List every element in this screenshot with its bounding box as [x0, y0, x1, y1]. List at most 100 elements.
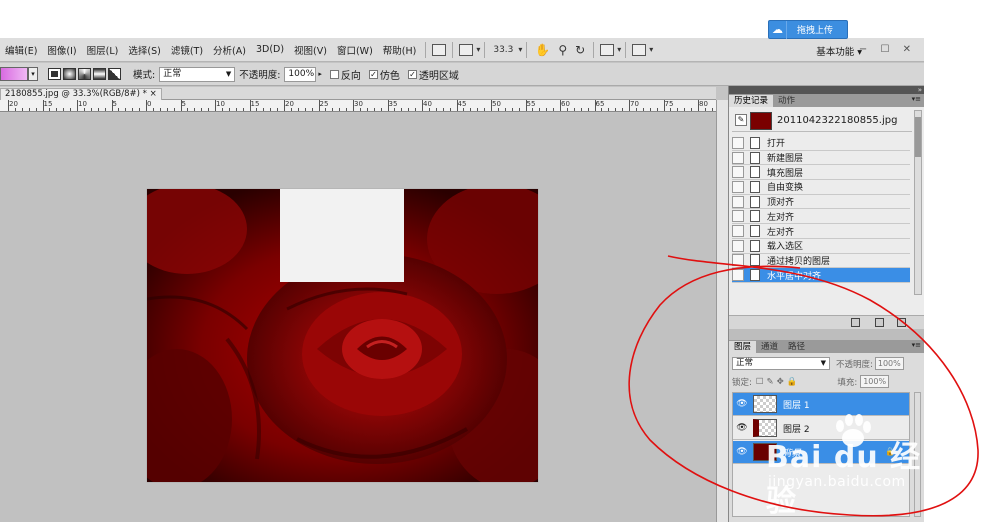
- angle-gradient-icon[interactable]: [78, 68, 91, 80]
- ruler-tick: [394, 108, 396, 111]
- menu-view[interactable]: 视图(V): [289, 43, 332, 57]
- hand-tool-icon[interactable]: ✋: [535, 43, 550, 57]
- extras-icon[interactable]: [632, 43, 647, 56]
- history-brush-checkbox[interactable]: [732, 180, 744, 193]
- chevron-down-icon[interactable]: ▾: [617, 45, 621, 54]
- tab-layers[interactable]: 图层: [729, 341, 757, 353]
- eye-icon[interactable]: 👁: [735, 397, 749, 411]
- history-step[interactable]: 顶对齐: [732, 195, 910, 210]
- history-step-icon: [750, 225, 760, 238]
- trash-icon[interactable]: [897, 318, 906, 327]
- baidu-watermark: Bai du 经验 jingyan.baidu.com: [766, 432, 946, 519]
- eye-icon[interactable]: 👁: [735, 445, 749, 459]
- history-step[interactable]: 自由变换: [732, 180, 910, 195]
- menu-edit[interactable]: 编辑(E): [0, 43, 42, 57]
- dither-checkbox[interactable]: ✓: [368, 69, 378, 79]
- history-brush-checkbox[interactable]: [732, 210, 744, 223]
- history-scrollbar[interactable]: [914, 110, 922, 295]
- close-icon[interactable]: ×: [150, 89, 157, 99]
- zoom-level[interactable]: 33.3: [493, 45, 513, 55]
- ruler-label: 15: [43, 100, 53, 108]
- zoom-tool-icon[interactable]: ⚲: [558, 43, 567, 57]
- mode-select[interactable]: 正常 ▼: [159, 66, 236, 82]
- fill-input[interactable]: 100%: [860, 375, 890, 388]
- arrange-documents-icon[interactable]: [600, 43, 615, 56]
- history-brush-checkbox[interactable]: [732, 166, 744, 179]
- opacity-input[interactable]: 100%: [284, 66, 317, 82]
- reflected-gradient-icon[interactable]: [93, 68, 106, 80]
- history-step[interactable]: 通过拷贝的图层: [732, 254, 910, 269]
- menu-analysis[interactable]: 分析(A): [208, 43, 251, 57]
- bridge-icon[interactable]: [432, 43, 447, 56]
- tab-actions[interactable]: 动作: [773, 95, 800, 107]
- upload-button[interactable]: ☁ 拖拽上传: [768, 20, 848, 39]
- options-bar: ▾ 模式: 正常 ▼ 不透明度: 100% ▸ 反向 ✓ 仿色 ✓ 透明区域: [0, 63, 924, 86]
- chevron-down-icon[interactable]: ▾: [476, 45, 480, 54]
- linear-gradient-icon[interactable]: [48, 68, 61, 80]
- menu-select[interactable]: 选择(S): [123, 43, 165, 57]
- history-step[interactable]: 新建图层: [732, 151, 910, 166]
- history-brush-checkbox[interactable]: [732, 151, 744, 164]
- chevron-down-icon[interactable]: ▾: [649, 45, 653, 54]
- history-brush-source-icon[interactable]: ✎: [735, 114, 747, 126]
- ruler-tick: [366, 108, 368, 111]
- eye-icon[interactable]: 👁: [735, 421, 749, 435]
- window-controls[interactable]: − ☐ ✕: [859, 44, 916, 55]
- history-brush-checkbox[interactable]: [732, 254, 744, 267]
- history-step[interactable]: 左对齐: [732, 224, 910, 239]
- menu-image[interactable]: 图像(I): [42, 43, 81, 57]
- rotate-view-icon[interactable]: ↻: [575, 43, 585, 57]
- new-document-from-state-icon[interactable]: [851, 318, 860, 327]
- tab-paths[interactable]: 路径: [783, 341, 810, 353]
- history-step[interactable]: 打开: [732, 136, 910, 151]
- lock-position-icon[interactable]: ✥: [777, 377, 784, 387]
- canvas-area[interactable]: [0, 113, 716, 522]
- canvas-vertical-scrollbar[interactable]: [716, 100, 728, 522]
- gradient-picker-toggle[interactable]: ▾: [28, 67, 38, 81]
- workspace-switcher[interactable]: 基本功能 ▾: [816, 44, 862, 58]
- menu-filter[interactable]: 滤镜(T): [166, 43, 208, 57]
- lock-all-icon[interactable]: 🔒: [787, 377, 798, 387]
- radial-gradient-icon[interactable]: [63, 68, 76, 80]
- history-step[interactable]: 填充图层: [732, 165, 910, 181]
- scroll-thumb[interactable]: [915, 117, 921, 157]
- history-step-icon: [750, 151, 760, 164]
- ruler-tick: [622, 108, 624, 111]
- menu-help[interactable]: 帮助(H): [378, 43, 422, 57]
- panel-menu-icon[interactable]: ▾≡: [912, 95, 921, 103]
- history-step[interactable]: 左对齐: [732, 210, 910, 225]
- diamond-gradient-icon[interactable]: [108, 68, 121, 80]
- ruler-label: 40: [423, 100, 432, 108]
- history-brush-checkbox[interactable]: [732, 239, 744, 252]
- opacity-slider-toggle[interactable]: ▸: [318, 70, 322, 78]
- lock-transparent-icon[interactable]: ☐: [756, 377, 764, 387]
- chevron-down-icon[interactable]: ▾: [518, 45, 522, 54]
- layer-row[interactable]: 👁 图层 1: [733, 393, 909, 416]
- history-brush-checkbox[interactable]: [732, 269, 744, 282]
- menu-3d[interactable]: 3D(D): [251, 44, 289, 55]
- tab-history[interactable]: 历史记录: [729, 95, 774, 107]
- gradient-swatch[interactable]: [0, 67, 28, 81]
- ruler-tick: [711, 108, 713, 111]
- menu-layer[interactable]: 图层(L): [82, 43, 124, 57]
- screen-mode-icon[interactable]: [459, 43, 474, 56]
- reverse-checkbox[interactable]: [329, 69, 339, 79]
- menu-window[interactable]: 窗口(W): [332, 43, 378, 57]
- transparency-checkbox[interactable]: ✓: [407, 69, 417, 79]
- document-tab[interactable]: 2180855.jpg @ 33.3%(RGB/8#) * ×: [0, 88, 162, 100]
- ruler-tick: [698, 100, 699, 111]
- lock-label: 锁定:: [732, 377, 752, 388]
- panel-collapse-strip[interactable]: »: [729, 86, 924, 94]
- history-brush-checkbox[interactable]: [732, 195, 744, 208]
- layer-opacity-input[interactable]: 100%: [874, 357, 904, 370]
- history-step[interactable]: 水平居中对齐: [732, 268, 910, 283]
- blend-mode-select[interactable]: 正常 ▼: [732, 357, 830, 370]
- history-snapshot[interactable]: ✎ 2011042322180855.jpg: [732, 110, 912, 132]
- history-brush-checkbox[interactable]: [732, 136, 744, 149]
- tab-channels[interactable]: 通道: [756, 341, 783, 353]
- panel-menu-icon[interactable]: ▾≡: [912, 341, 921, 349]
- camera-snapshot-icon[interactable]: [875, 318, 884, 327]
- history-brush-checkbox[interactable]: [732, 225, 744, 238]
- history-step[interactable]: 载入选区: [732, 239, 910, 254]
- lock-image-icon[interactable]: ✎: [767, 377, 774, 387]
